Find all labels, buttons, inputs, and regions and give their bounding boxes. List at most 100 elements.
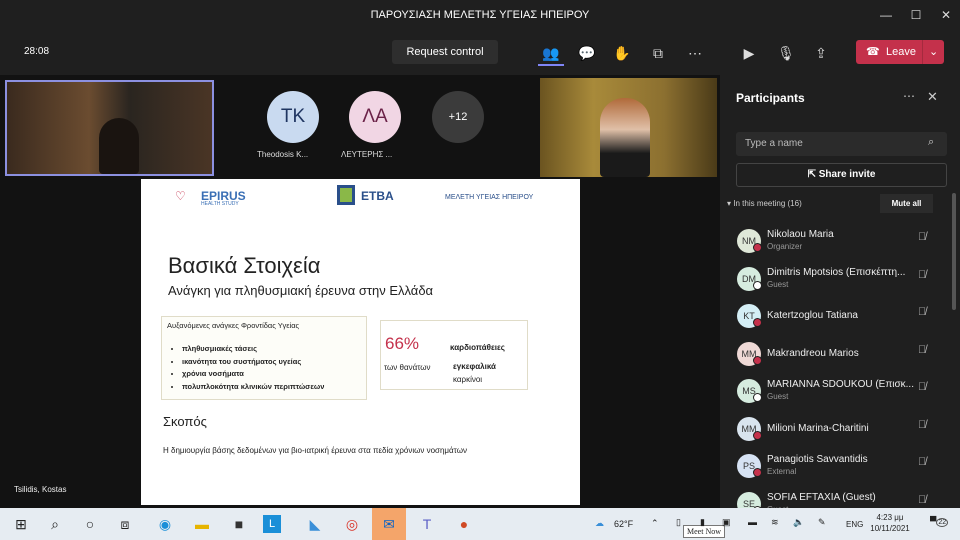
avatar-la[interactable]: ΛΑ <box>349 91 401 143</box>
video-tile-self[interactable] <box>5 80 214 176</box>
window-title: ΠΑΡΟΥΣΙΑΣΗ ΜΕΛΕΤΗΣ ΥΓΕΙΑΣ ΗΠΕΙΡΟΥ <box>370 9 590 21</box>
search-icon[interactable]: ⌕ <box>42 512 68 536</box>
mic-off-icon[interactable]: 🎙̸ <box>918 456 926 468</box>
time: 4:23 μμ <box>876 513 904 522</box>
meet-now-icon[interactable]: ▯ <box>676 517 681 528</box>
weather-temp[interactable]: 62°F <box>614 519 633 529</box>
teams-icon[interactable]: T <box>414 512 440 536</box>
overflow-count[interactable]: +12 <box>432 91 484 143</box>
search-icon: ⌕ <box>928 136 935 148</box>
notifications-icon[interactable]: ▀ 22 <box>930 516 949 527</box>
mic-off-icon[interactable]: 🎙̸ <box>918 231 926 243</box>
request-control-button[interactable]: Request control <box>392 40 498 64</box>
wifi-icon[interactable]: ≋ <box>771 517 779 528</box>
tray-app-icon[interactable]: ▣ <box>722 517 731 528</box>
edge-icon[interactable]: ◉ <box>152 512 178 536</box>
more-icon[interactable]: ⋯ <box>682 40 708 66</box>
cortana-icon[interactable]: ○ <box>77 512 103 536</box>
participant-row[interactable]: MM Milioni Marina-Charitini 🎙̸ <box>720 412 960 449</box>
cause: εγκεφαλικά <box>453 362 496 371</box>
slide-title: Βασικά Στοιχεία <box>168 253 321 278</box>
mic-off-icon[interactable]: 🎙̸ <box>918 494 926 506</box>
weather-icon[interactable]: ☁ <box>595 518 604 529</box>
camera-icon[interactable]: ▶ <box>736 40 762 66</box>
participant-row[interactable]: DM Dimitris Mpotsios (Επισκέπτη... Guest… <box>720 262 960 299</box>
more-options-icon[interactable]: ⋯ <box>903 89 915 103</box>
participant-row[interactable]: MS MARIANNA SDOUKOU (Επισκ... Guest 🎙̸ <box>720 374 960 411</box>
close-panel-icon[interactable]: ✕ <box>927 89 938 105</box>
mic-off-icon[interactable]: 🎙̸ <box>918 419 926 431</box>
chat-icon[interactable]: 💬 <box>574 40 600 66</box>
participant-row[interactable]: KT Katertzoglou Tatiana 🎙̸ <box>720 299 960 336</box>
phone-icon: ☎ <box>866 46 880 58</box>
leave-button[interactable]: ☎ Leave ⌄ <box>856 40 944 64</box>
participant-name: MARIANNA SDOUKOU (Επισκ... <box>767 379 914 390</box>
mic-off-icon[interactable]: 🎙̸ <box>918 344 926 356</box>
chevron-down-icon[interactable]: ⌄ <box>922 40 938 64</box>
presence-badge <box>753 280 762 290</box>
participant-role: Guest <box>767 279 789 289</box>
share-icon: ⇱ <box>807 169 819 180</box>
participants-panel: Participants ⋯ ✕ Type a name ⌕ ⇱ Share i… <box>720 75 960 516</box>
participant-role: Organizer <box>767 242 803 251</box>
participant-name: Dimitris Mpotsios (Επισκέπτη... <box>767 266 906 278</box>
mic-off-icon[interactable]: 🎙 <box>773 40 799 66</box>
maximize-button[interactable]: ☐ <box>902 0 930 30</box>
tray-chevron-icon[interactable]: ⌃ <box>651 518 659 529</box>
tray-app-icon[interactable]: ✎ <box>818 517 826 528</box>
leave-label: Leave <box>886 46 916 58</box>
shared-slide: ♡ EPIRUS HEALTH STUDY ETBA ΜΕΛΕΤΗ ΥΓΕΙΑΣ… <box>141 179 580 505</box>
volume-icon[interactable]: 🔈 <box>793 517 804 528</box>
etba-logo: ETBA <box>361 189 394 203</box>
participant-row[interactable]: MM Makrandreou Marios 🎙̸ <box>720 337 960 374</box>
person-silhouette <box>99 118 139 174</box>
file-explorer-icon[interactable]: ▬ <box>189 512 215 536</box>
reactions-icon[interactable]: ✋ <box>609 40 635 66</box>
bullet: πληθυσμιακές τάσεις <box>182 343 366 356</box>
app-l-icon[interactable]: L <box>263 515 281 533</box>
notification-count: 22 <box>936 518 949 527</box>
battery-icon[interactable]: ▬ <box>748 517 757 527</box>
presence-badge <box>753 468 762 477</box>
mute-all-button[interactable]: Mute all <box>880 194 933 213</box>
stat-label: των θανάτων <box>384 363 431 372</box>
participant-row[interactable]: NM Nikolaou Maria Organizer 🎙̸ <box>720 224 960 261</box>
task-view-icon[interactable]: ⧈ <box>112 512 138 536</box>
participant-row[interactable]: PS Panagiotis Savvantidis External 🎙̸ <box>720 449 960 486</box>
chrome-icon[interactable]: ◎ <box>339 512 365 536</box>
stat-value: 66% <box>385 334 420 353</box>
start-icon[interactable]: ⊞ <box>8 512 34 536</box>
close-window-button[interactable]: ✕ <box>932 0 960 30</box>
tray-app-icon[interactable]: ▮ <box>700 517 705 528</box>
avatar-tk[interactable]: TK <box>267 91 319 143</box>
search-input[interactable]: Type a name ⌕ <box>736 132 947 156</box>
cause: καρκίνοι <box>453 375 483 384</box>
title-bar: ΠΑΡΟΥΣΙΑΣΗ ΜΕΛΕΤΗΣ ΥΓΕΙΑΣ ΗΠΕΙΡΟΥ — ☐ ✕ <box>0 0 960 30</box>
presence-badge <box>753 243 762 252</box>
rooms-icon[interactable]: ⧉ <box>645 40 671 66</box>
mic-off-icon[interactable]: 🎙̸ <box>918 269 926 281</box>
date: 10/11/2021 <box>870 524 910 533</box>
video-tile-remote[interactable] <box>540 78 717 177</box>
meeting-section-toggle[interactable]: ▾ In this meeting (16) <box>727 199 802 208</box>
people-icon[interactable]: 👥 <box>538 40 564 66</box>
outlook-icon[interactable]: ✉ <box>372 508 406 540</box>
remote-desktop-icon[interactable]: ◣ <box>302 512 328 536</box>
meeting-timer: 28:08 <box>24 46 50 57</box>
participant-name: Makrandreou Marios <box>767 347 859 359</box>
mic-off-icon[interactable]: 🎙̸ <box>918 381 926 393</box>
participant-name: Theodosis K... <box>257 150 309 159</box>
participant-name: Nikolaou Maria <box>767 229 834 240</box>
language-indicator[interactable]: ENG <box>846 520 863 529</box>
mic-off-icon[interactable]: 🎙̸ <box>918 306 926 318</box>
store-icon[interactable]: ■ <box>226 512 252 536</box>
powerpoint-icon[interactable]: ● <box>451 512 477 536</box>
participant-name: Milioni Marina-Charitini <box>767 422 869 434</box>
cause: καρδιοπάθειες <box>450 343 505 352</box>
minimize-button[interactable]: — <box>872 0 900 30</box>
share-invite-button[interactable]: ⇱ Share invite <box>736 163 947 187</box>
clock[interactable]: 4:23 μμ 10/11/2021 <box>870 512 910 534</box>
person-silhouette <box>600 98 650 177</box>
bullet: πολυπλοκότητα κλινικών περιπτώσεων <box>182 381 366 394</box>
share-tray-icon[interactable]: ⇪ <box>808 40 834 66</box>
